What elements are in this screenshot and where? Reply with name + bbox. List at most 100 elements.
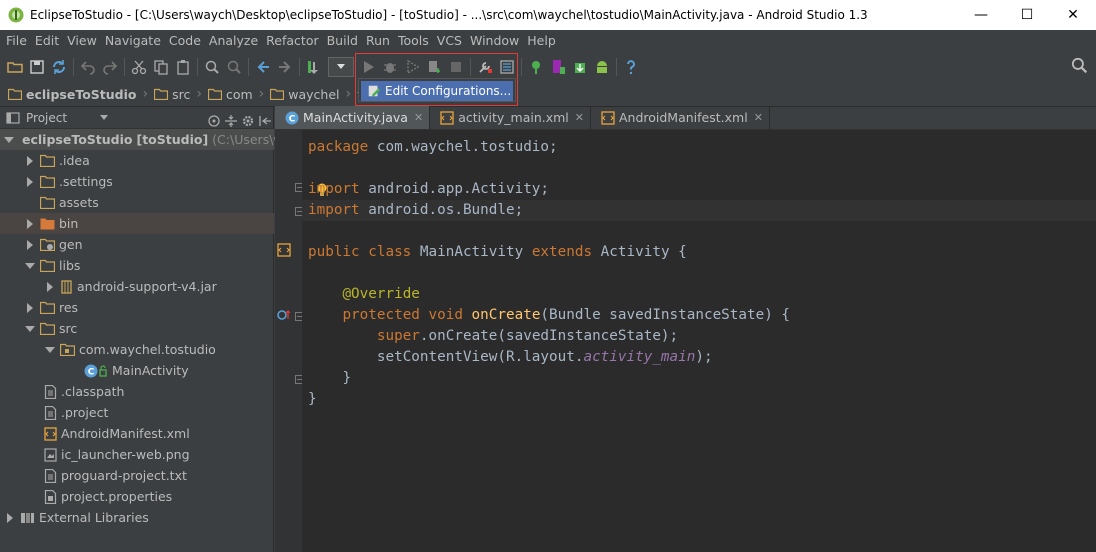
cut-button[interactable] <box>128 56 150 78</box>
folder-icon <box>207 88 222 100</box>
search-everywhere-button[interactable] <box>1070 56 1090 76</box>
run-configuration-dropdown[interactable] <box>328 56 354 77</box>
menu-vcs[interactable]: VCS <box>433 33 466 48</box>
menu-help[interactable]: Help <box>523 33 560 48</box>
close-tab-icon[interactable]: ✕ <box>414 111 423 124</box>
maximize-button[interactable]: ☐ <box>1004 0 1050 30</box>
tab-androidmanifest-xml[interactable]: AndroidManifest.xml ✕ <box>591 106 770 129</box>
breadcrumb-item-project[interactable]: eclipseToStudio <box>8 87 136 102</box>
replace-button[interactable] <box>223 56 245 78</box>
menu-run[interactable]: Run <box>362 33 394 48</box>
copy-button[interactable] <box>150 56 172 78</box>
tree-item-bin[interactable]: bin <box>0 213 274 234</box>
find-button[interactable] <box>201 56 223 78</box>
save-icon <box>30 59 44 74</box>
chevron-down-icon[interactable] <box>100 115 108 120</box>
wrench-icon <box>479 61 492 73</box>
tree-item-package[interactable]: com.waychel.tostudio <box>0 339 274 360</box>
tree-item-root[interactable]: eclipseToStudio [toStudio] (C:\Users\wa <box>0 129 291 150</box>
expand-arrow-icon[interactable] <box>44 281 56 293</box>
tree-item-libs[interactable]: libs <box>0 255 274 276</box>
tree-item-project[interactable]: .project <box>0 402 274 423</box>
code-editor[interactable]: package com.waychel.tostudio; import and… <box>302 130 1096 552</box>
expand-arrow-icon[interactable] <box>24 302 36 314</box>
copy-icon <box>154 59 168 75</box>
collapse-arrow-icon[interactable] <box>44 344 56 356</box>
collapse-arrow-icon[interactable] <box>24 323 36 335</box>
tree-item-res[interactable]: res <box>0 297 274 318</box>
menu-file[interactable]: File <box>2 33 31 48</box>
avd-manager-button[interactable] <box>547 56 569 78</box>
menu-analyze[interactable]: Analyze <box>205 33 262 48</box>
code-line-9: protected void onCreate(Bundle savedInst… <box>342 307 791 323</box>
override-marker-icon[interactable] <box>277 309 291 321</box>
gradle-sync-button[interactable] <box>525 56 547 78</box>
tree-item-gen[interactable]: gen <box>0 234 274 255</box>
project-structure-button[interactable] <box>496 56 518 78</box>
class-marker-icon[interactable] <box>277 243 291 257</box>
tree-item-src[interactable]: src <box>0 318 274 339</box>
expand-arrow-icon[interactable] <box>4 134 14 146</box>
tree-item-launcher-png[interactable]: ic_launcher-web.png <box>0 444 274 465</box>
attach-debugger-button[interactable] <box>423 56 445 78</box>
minimize-button[interactable]: — <box>958 0 1004 30</box>
close-tab-icon[interactable]: ✕ <box>754 111 763 124</box>
menu-window[interactable]: Window <box>466 33 523 48</box>
menu-build[interactable]: Build <box>323 33 362 48</box>
folder-icon <box>154 88 169 100</box>
tree-item-proguard[interactable]: proguard-project.txt <box>0 465 274 486</box>
tree-item-external-libraries[interactable]: External Libraries <box>0 507 274 528</box>
tree-item-android-support-jar[interactable]: android-support-v4.jar <box>0 276 274 297</box>
settings-button[interactable] <box>474 56 496 78</box>
folder-icon <box>40 301 55 314</box>
tree-item-assets[interactable]: assets <box>0 192 274 213</box>
menu-view[interactable]: View <box>63 33 101 48</box>
jar-icon <box>61 279 72 294</box>
expand-arrow-icon[interactable] <box>24 239 36 251</box>
redo-button[interactable] <box>99 56 121 78</box>
tree-item-properties[interactable]: project.properties <box>0 486 274 507</box>
tab-mainactivity-java[interactable]: C MainActivity.java ✕ <box>275 106 431 129</box>
expand-arrow-icon[interactable] <box>24 218 36 230</box>
debug-button[interactable] <box>379 56 401 78</box>
menu-tools[interactable]: Tools <box>394 33 433 48</box>
tree-item-settings[interactable]: .settings <box>0 171 274 192</box>
stop-button[interactable] <box>445 56 467 78</box>
sdk-manager-button[interactable] <box>569 56 591 78</box>
collapse-arrow-icon[interactable] <box>24 260 36 272</box>
edit-configurations-item[interactable]: Edit Configurations... <box>361 81 513 101</box>
tree-item-mainactivity[interactable]: C MainActivity <box>0 360 274 381</box>
open-folder-button[interactable] <box>4 56 26 78</box>
back-button[interactable] <box>252 56 274 78</box>
paste-button[interactable] <box>172 56 194 78</box>
close-tab-icon[interactable]: ✕ <box>575 111 584 124</box>
expand-arrow-icon[interactable] <box>24 155 36 167</box>
tab-activity-main-xml[interactable]: activity_main.xml ✕ <box>430 106 591 129</box>
close-button[interactable]: ✕ <box>1050 0 1096 30</box>
save-button[interactable] <box>26 56 48 78</box>
help-button[interactable] <box>620 56 642 78</box>
menu-navigate[interactable]: Navigate <box>101 33 165 48</box>
sync-button[interactable] <box>48 56 70 78</box>
project-view-selector[interactable]: Project <box>26 111 67 125</box>
text-file-icon <box>44 468 57 483</box>
menu-refactor[interactable]: Refactor <box>262 33 322 48</box>
expand-arrow-icon[interactable] <box>24 176 36 188</box>
tree-item-manifest[interactable]: AndroidManifest.xml <box>0 423 274 444</box>
make-project-button[interactable] <box>303 56 325 78</box>
breadcrumb-item-waychel[interactable]: waychel <box>270 87 340 102</box>
breadcrumb-item-src[interactable]: src <box>154 87 190 102</box>
breadcrumb-item-com[interactable]: com <box>207 87 253 102</box>
tree-item-classpath[interactable]: .classpath <box>0 381 274 402</box>
tree-item-idea[interactable]: .idea <box>0 150 274 171</box>
android-monitor-button[interactable] <box>591 56 613 78</box>
menu-edit[interactable]: Edit <box>31 33 63 48</box>
undo-button[interactable] <box>77 56 99 78</box>
run-button[interactable] <box>357 56 379 78</box>
expand-arrow-icon[interactable] <box>4 512 16 524</box>
toolbar-separator <box>124 57 125 76</box>
forward-button[interactable] <box>274 56 296 78</box>
folder-icon <box>8 88 22 100</box>
coverage-button[interactable] <box>401 56 423 78</box>
menu-code[interactable]: Code <box>165 33 205 48</box>
